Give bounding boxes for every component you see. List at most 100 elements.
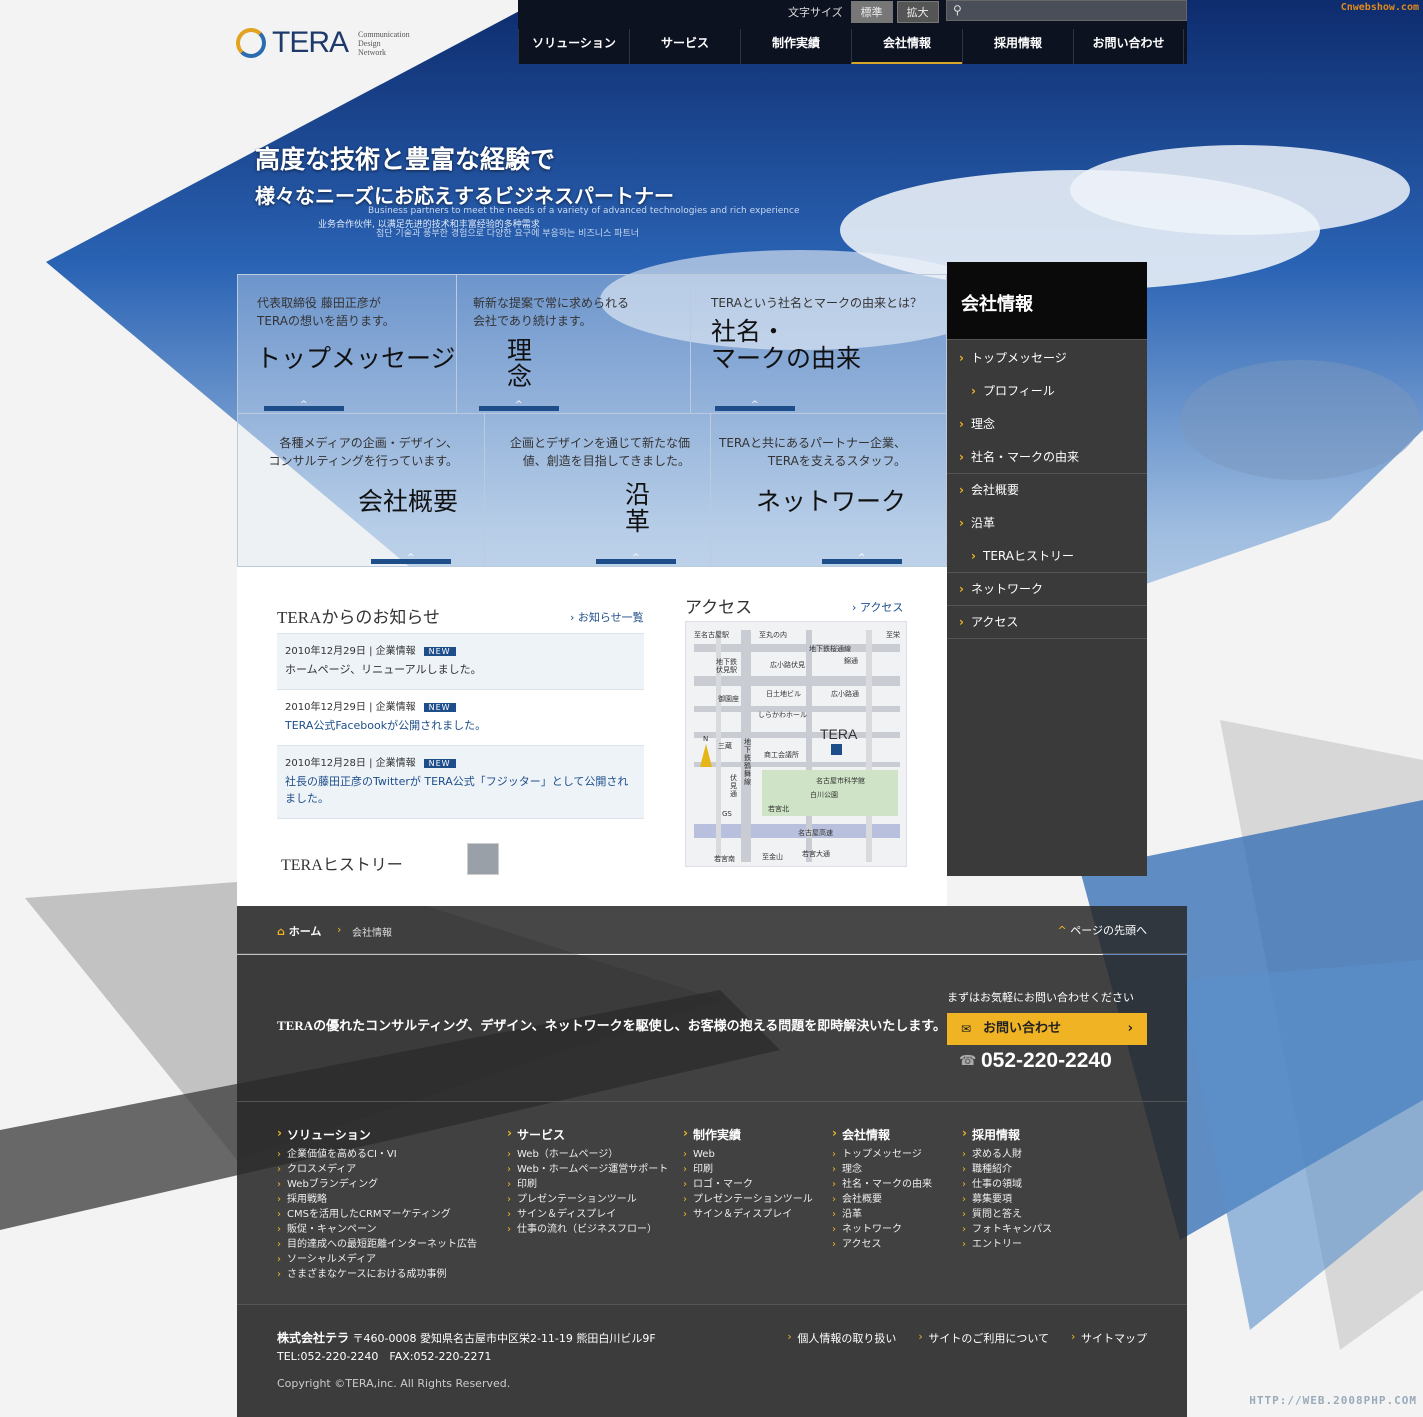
news-item[interactable]: 2010年12月28日 | 企業情報 NEW 社長の藤田正彦のTwitterが T… bbox=[277, 745, 644, 819]
logo[interactable]: TERA Communication Design Network bbox=[236, 26, 410, 60]
sidebar-item-network[interactable]: ネットワーク bbox=[947, 573, 1147, 606]
hero-english: Business partners to meet the needs of a… bbox=[368, 206, 800, 216]
chevron-right-icon: › bbox=[337, 923, 342, 936]
hero-title: 高度な技術と豊富な経験で 様々なニーズにお応えするビジネスパートナー bbox=[255, 145, 674, 208]
footer-col-company: 会社情報 トップメッセージ 理念 社名・マークの由来 会社概要 沿革 ネットワー… bbox=[832, 1126, 932, 1252]
news-title: TERAからのお知らせ bbox=[277, 608, 441, 627]
footer-col-works: 制作実績 Web 印刷 ロゴ・マーク プレゼンテーションツール サイン＆ディスプ… bbox=[683, 1126, 813, 1222]
access-title: アクセス bbox=[685, 598, 753, 617]
cta-lead: まずはお気軽にお問い合わせください bbox=[947, 991, 1134, 1004]
breadcrumb-home[interactable]: ホーム bbox=[277, 923, 322, 939]
news-date: 2010年12月28日 bbox=[285, 758, 366, 769]
sidebar-item-overview[interactable]: 会社概要 bbox=[947, 474, 1147, 507]
sidebar-item-tera-history[interactable]: TERAヒストリー bbox=[947, 540, 1147, 573]
footer-col-service: サービス Web（ホームページ） Web・ホームページ運営サポート 印刷 プレゼ… bbox=[507, 1126, 668, 1237]
tile-title: ネットワーク bbox=[755, 489, 906, 516]
tile-name-origin[interactable]: TERAという社名とマークの由来とは？ 社名・ マークの由来 bbox=[691, 274, 947, 414]
tile-desc: 代表取締役 藤田正彦が TERAの想いを語ります。 bbox=[257, 296, 395, 328]
tile-desc: 斬新な提案で常に求められる 会社であり続けます。 bbox=[473, 296, 630, 328]
sidebar-item-history[interactable]: 沿革 bbox=[947, 507, 1147, 540]
footer-util-links: 個人情報の取り扱い サイトのご利用について サイトマップ bbox=[787, 1330, 1147, 1346]
breadcrumb: ホーム › 会社情報 ページの先頭へ bbox=[237, 906, 1187, 954]
sidebar-item-philosophy[interactable]: 理念 bbox=[947, 408, 1147, 441]
tile-title: 沿 革 bbox=[625, 482, 651, 536]
tile-arrow-icon bbox=[822, 553, 902, 564]
news-category: 企業情報 bbox=[375, 702, 416, 713]
tile-title: 理 念 bbox=[507, 338, 533, 391]
news-item[interactable]: 2010年12月29日 | 企業情報 NEW ホームページ、リニューアルしました。 bbox=[277, 633, 644, 689]
sidebar-item-top-message[interactable]: トップメッセージ bbox=[947, 342, 1147, 375]
tile-arrow-icon bbox=[715, 400, 795, 411]
access-more-link[interactable]: › アクセス bbox=[852, 599, 903, 615]
watermark-bottom: HTTP://WEB.2008PHP.COM bbox=[1249, 1394, 1417, 1407]
footer-bottom: 株式会社テラ 〒460-0008 愛知県名古屋市中区栄2-11-19 熊田白川ビ… bbox=[237, 1305, 1187, 1417]
nav-contact[interactable]: お問い合わせ bbox=[1073, 29, 1184, 64]
footer-col-solution: ソリューション 企業価値を高めるCI・VI クロスメディア Webブランディング… bbox=[277, 1126, 477, 1282]
tile-title: 社名・ マークの由来 bbox=[711, 319, 862, 373]
footer-cta: TERAの優れたコンサルティング、デザイン、ネットワークを駆使し、お客様の抱える… bbox=[237, 955, 1187, 1102]
font-size-label: 文字サイズ bbox=[788, 5, 843, 19]
access-map: 至名古屋駅 至丸の内 至栄 地下鉄桜通線 地下鉄伏見駅 広小路伏見 錦通 御園座… bbox=[685, 621, 907, 867]
company-info: 株式会社テラ 〒460-0008 愛知県名古屋市中区栄2-11-19 熊田白川ビ… bbox=[277, 1329, 656, 1366]
tile-desc: 企画とデザインを通じて新たな価 値、創造を目指してきました。 bbox=[509, 436, 690, 468]
news-more-link[interactable]: › お知らせ一覧 bbox=[570, 609, 644, 625]
logo-text: TERA bbox=[272, 26, 349, 59]
tile-arrow-icon bbox=[264, 400, 344, 411]
tile-history[interactable]: 企画とデザインを通じて新たな価 値、創造を目指してきました。 沿 革 bbox=[485, 414, 711, 567]
page-top-link[interactable]: ページの先頭へ bbox=[1058, 922, 1147, 938]
tile-arrow-icon bbox=[596, 553, 676, 564]
nav-recruit[interactable]: 採用情報 bbox=[962, 29, 1073, 64]
news-item[interactable]: 2010年12月29日 | 企業情報 NEW TERA公式Facebookが公開さ… bbox=[277, 689, 644, 745]
tile-top-message[interactable]: 代表取締役 藤田正彦が TERAの想いを語ります。 トップメッセージ bbox=[237, 274, 457, 414]
history-thumbnail[interactable] bbox=[467, 843, 499, 875]
footer-col-recruit: 採用情報 求める人財 職種紹介 仕事の領域 募集要項 質問と答え フォトキャンパ… bbox=[962, 1126, 1052, 1252]
breadcrumb-current: 会社情報 bbox=[352, 928, 392, 939]
company-address: 〒460-0008 愛知県名古屋市中区栄2-11-19 熊田白川ビル9F bbox=[352, 1332, 656, 1345]
company-name: 株式会社テラ bbox=[277, 1331, 350, 1345]
news-text: 社長の藤田正彦のTwitterが TERA公式「フジッター」として公開されました… bbox=[285, 775, 629, 805]
sitemap-link[interactable]: サイトマップ bbox=[1071, 1330, 1147, 1346]
footer-sitemap: ソリューション 企業価値を高めるCI・VI クロスメディア Webブランディング… bbox=[237, 1102, 1187, 1305]
logo-tagline: Communication Design Network bbox=[358, 29, 410, 57]
search-box: ⚲ bbox=[946, 0, 1187, 21]
news-category: 企業情報 bbox=[375, 758, 416, 769]
tile-title: 会社概要 bbox=[357, 489, 458, 516]
nav-company[interactable]: 会社情報 bbox=[851, 29, 962, 64]
tile-philosophy[interactable]: 斬新な提案で常に求められる 会社であり続けます。 理 念 bbox=[457, 274, 691, 414]
news-date: 2010年12月29日 bbox=[285, 646, 366, 657]
history-title[interactable]: TERAヒストリー bbox=[281, 851, 403, 875]
sidebar-item-name-origin[interactable]: 社名・マークの由来 bbox=[947, 441, 1147, 474]
tile-desc: TERAという社名とマークの由来とは？ bbox=[711, 296, 922, 310]
sidebar-title: 会社情報 bbox=[947, 262, 1147, 340]
new-badge: NEW bbox=[423, 759, 456, 768]
news-date: 2010年12月29日 bbox=[285, 702, 366, 713]
tile-title: トップメッセージ bbox=[256, 346, 456, 373]
sidebar-item-profile[interactable]: プロフィール bbox=[947, 375, 1147, 408]
font-size-standard-button[interactable]: 標準 bbox=[850, 0, 893, 23]
logo-mark-icon bbox=[236, 28, 266, 58]
tile-arrow-icon bbox=[371, 553, 451, 564]
phone-number: 052-220-2240 bbox=[981, 1049, 1112, 1072]
font-size-large-button[interactable]: 拡大 bbox=[896, 0, 939, 23]
nav-service[interactable]: サービス bbox=[629, 29, 740, 64]
news-text: TERA公式Facebookが公開されました。 bbox=[285, 719, 487, 732]
news-category: 企業情報 bbox=[375, 646, 416, 657]
new-badge: NEW bbox=[423, 703, 456, 712]
search-icon[interactable]: ⚲ bbox=[953, 3, 962, 17]
terms-link[interactable]: サイトのご利用について bbox=[918, 1330, 1049, 1346]
tile-network[interactable]: TERAと共にあるパートナー企業、 TERAを支えるスタッフ。 ネットワーク bbox=[711, 414, 947, 567]
global-nav: ソリューション サービス 制作実績 会社情報 採用情報 お問い合わせ bbox=[518, 29, 1184, 64]
tile-overview[interactable]: 各種メディアの企画・デザイン、 コンサルティングを行っています。 会社概要 bbox=[237, 414, 485, 567]
nav-solution[interactable]: ソリューション bbox=[518, 29, 629, 64]
sidebar-item-access[interactable]: アクセス bbox=[947, 606, 1147, 639]
contact-button[interactable]: お問い合わせ bbox=[947, 1013, 1147, 1045]
news-text: ホームページ、リニューアルしました。 bbox=[285, 663, 482, 676]
phone-icon: ☎ bbox=[959, 1053, 977, 1069]
privacy-link[interactable]: 個人情報の取り扱い bbox=[787, 1330, 896, 1346]
search-input[interactable] bbox=[969, 3, 1179, 18]
cta-message: TERAの優れたコンサルティング、デザイン、ネットワークを駆使し、お客様の抱える… bbox=[277, 1018, 946, 1033]
nav-works[interactable]: 制作実績 bbox=[740, 29, 851, 64]
company-telfax: TEL:052-220-2240 FAX:052-220-2271 bbox=[277, 1350, 492, 1363]
font-size-switcher: 文字サイズ 標準 拡大 bbox=[788, 0, 939, 23]
hero-korean: 첨단 기술과 풍부한 경험으로 다양한 요구에 부응하는 비즈니스 파트너 bbox=[376, 229, 640, 239]
